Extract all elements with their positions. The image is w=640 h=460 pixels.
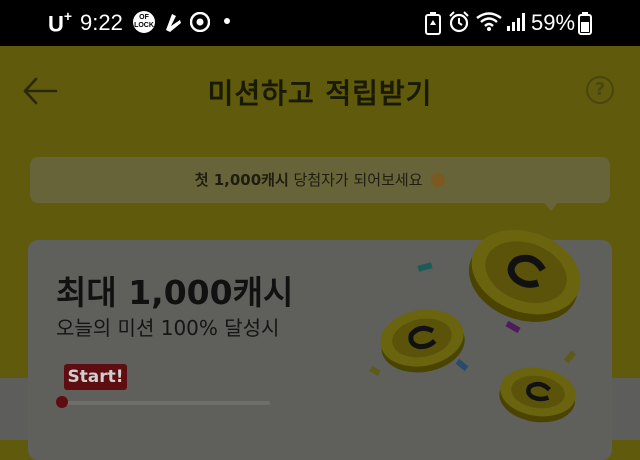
start-badge: Start! bbox=[64, 364, 127, 390]
chrome-icon bbox=[190, 12, 210, 32]
wifi-icon bbox=[476, 12, 502, 31]
mission-progress-bar bbox=[62, 401, 270, 405]
lock-badge-icon: OF LOCK bbox=[133, 11, 155, 33]
clock: 9:22 bbox=[80, 10, 123, 35]
card-shadow-left bbox=[0, 378, 28, 440]
banner-highlight: 첫 1,000캐시 bbox=[194, 171, 289, 189]
promo-banner[interactable]: 첫 1,000캐시 당첨자가 되어보세요 bbox=[30, 157, 610, 203]
mission-card-subtitle: 오늘의 미션 100% 달성시 bbox=[56, 316, 280, 340]
progress-start-marker bbox=[56, 396, 68, 408]
hand-icon bbox=[166, 14, 181, 32]
help-icon[interactable]: ? bbox=[586, 76, 614, 104]
coin-medium bbox=[380, 309, 465, 373]
coin-large bbox=[468, 229, 581, 322]
battery-icon bbox=[578, 12, 592, 35]
carrier-label: U+ bbox=[48, 8, 73, 37]
signal-icon bbox=[507, 13, 525, 31]
banner-text: 당첨자가 되어보세요 bbox=[288, 171, 423, 189]
battery-percent: 59% bbox=[531, 10, 576, 35]
status-bar: U+ 9:22 OF LOCK 59% bbox=[0, 0, 640, 46]
dot-icon bbox=[224, 18, 230, 24]
alarm-icon bbox=[449, 11, 469, 33]
coin-small bbox=[499, 367, 576, 423]
banner-pointer bbox=[543, 201, 559, 211]
page-title: 미션하고 적립받기 bbox=[207, 77, 433, 110]
coins-illustration bbox=[369, 229, 581, 423]
app-bar: 미션하고 적립받기 ? bbox=[0, 46, 640, 136]
battery-saver-icon bbox=[425, 12, 441, 35]
money-bag-icon bbox=[431, 173, 446, 187]
mission-card-title: 최대 1,000캐시 bbox=[56, 273, 294, 312]
